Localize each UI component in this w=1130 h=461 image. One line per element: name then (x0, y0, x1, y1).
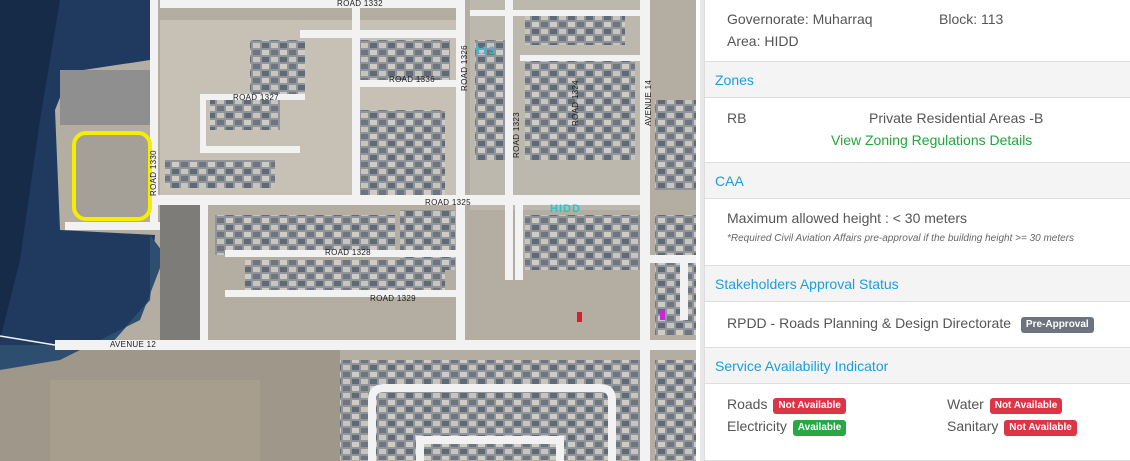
satellite-map[interactable]: ROAD 1332 ROAD 1336 ROAD 1327 ROAD 1325 … (0, 0, 696, 461)
block-text: Block: 113 (939, 11, 1004, 27)
road-label: AVENUE 12 (110, 340, 157, 349)
road-label: ROAD 1327 (233, 93, 279, 102)
stakeholders-section: Stakeholders Approval Status RPDD - Road… (704, 266, 1130, 348)
zones-section: Zones RB Private Residential Areas -B Vi… (704, 62, 1130, 163)
electricity-status-badge: Available (792, 420, 847, 436)
view-zoning-regulations-link[interactable]: View Zoning Regulations Details (831, 129, 1032, 151)
stakeholder-name: RPDD - Roads Planning & Design Directora… (727, 315, 1012, 331)
stakeholder-row: RPDD - Roads Planning & Design Directora… (727, 312, 1130, 334)
parcel-info-panel: Governorate: Muharraq Block: 113 Area: H… (700, 0, 1130, 461)
road-label: AVENUE 14 (644, 79, 653, 126)
service-row: Roads Not Available Water Not Available (727, 393, 1130, 415)
caa-section: CAA Maximum allowed height : < 30 meters… (704, 163, 1130, 266)
zone-name: Private Residential Areas -B (869, 110, 1044, 126)
road-label: ROAD 1325 (425, 198, 471, 207)
block-number-label: 113 (475, 45, 496, 57)
water-label: Water (947, 396, 984, 412)
stakeholders-header: Stakeholders Approval Status (705, 266, 1130, 302)
zone-code: RB (727, 110, 747, 126)
selected-parcel-outline (72, 131, 152, 221)
service-row: Electricity Available Sanitary Not Avail… (727, 415, 1130, 437)
electricity-label: Electricity (727, 418, 787, 434)
road-label: ROAD 1332 (337, 0, 383, 8)
road-label: ROAD 1330 (149, 150, 158, 196)
road-label: ROAD 1324 (571, 80, 580, 126)
caa-note: *Required Civil Aviation Affairs pre-app… (727, 233, 1075, 244)
area-name-label: HIDD (550, 203, 581, 215)
zone-row: RB Private Residential Areas -B (727, 107, 1130, 129)
zones-header: Zones (705, 62, 1130, 98)
road-label: ROAD 1326 (460, 45, 469, 91)
area-text: Area: HIDD (727, 33, 799, 49)
water-status-badge: Not Available (989, 398, 1063, 414)
map-imagery (0, 0, 696, 461)
max-height-text: Maximum allowed height : < 30 meters (727, 210, 968, 226)
road-label: ROAD 1336 (389, 75, 435, 84)
sanitary-label: Sanitary (947, 418, 999, 434)
governorate-text: Governorate: Muharraq (727, 11, 873, 27)
sanitary-status-badge: Not Available (1004, 420, 1077, 436)
pre-approval-badge: Pre-Approval (1020, 317, 1094, 333)
services-section: Service Availability Indicator Roads Not… (704, 348, 1130, 461)
location-row: Governorate: Muharraq Block: 113 (727, 8, 1130, 30)
services-header: Service Availability Indicator (705, 348, 1130, 384)
road-label: ROAD 1323 (512, 112, 521, 158)
road-label: ROAD 1328 (325, 248, 371, 257)
location-section: Governorate: Muharraq Block: 113 Area: H… (704, 0, 1130, 62)
road-label: ROAD 1329 (370, 294, 416, 303)
roads-label: Roads (727, 396, 768, 412)
caa-header: CAA (705, 163, 1130, 199)
roads-status-badge: Not Available (773, 398, 846, 414)
